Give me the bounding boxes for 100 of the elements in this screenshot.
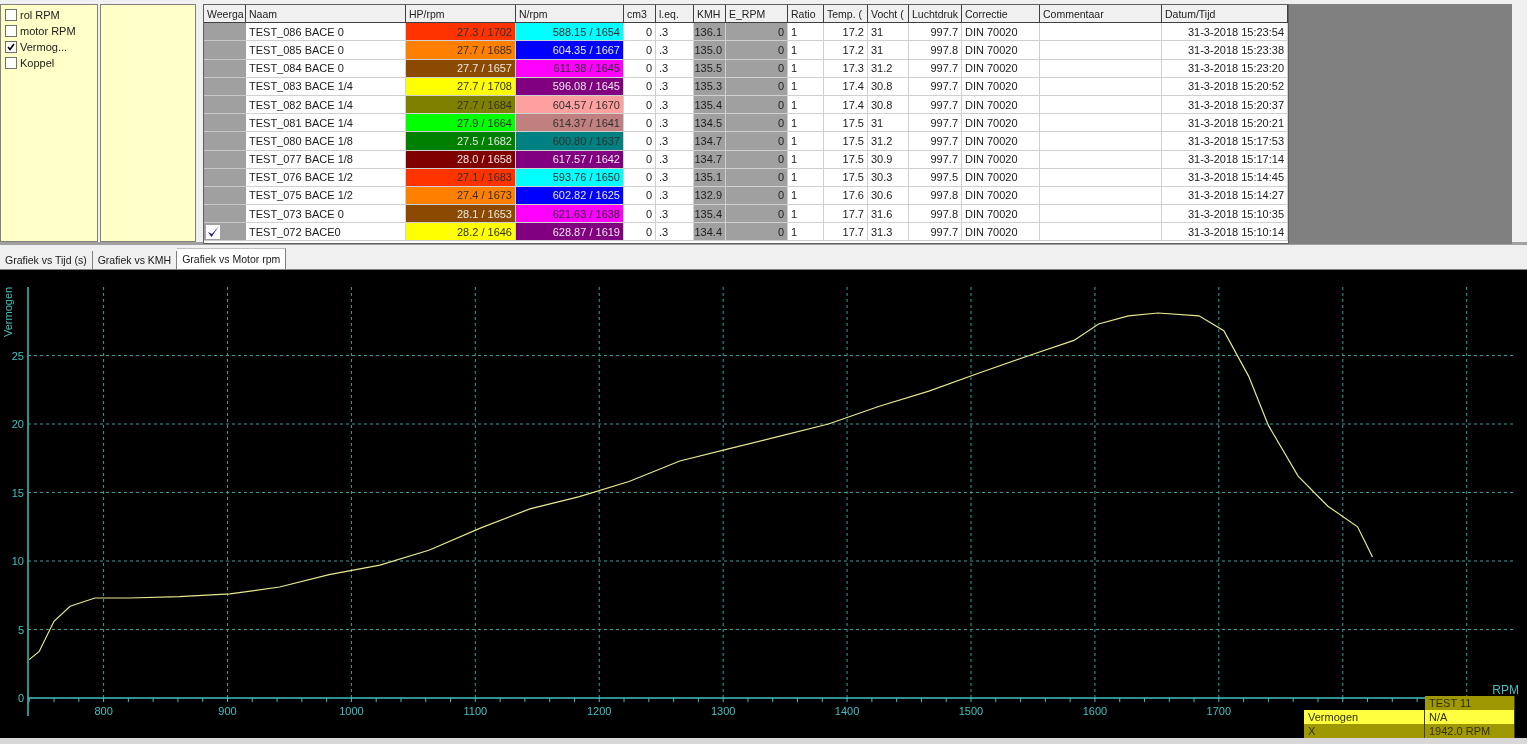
- table-cell: 31-3-2018 15:10:35: [1162, 205, 1288, 224]
- checkbox[interactable]: [5, 56, 17, 69]
- column-header[interactable]: HP/rpm: [406, 5, 516, 24]
- table-cell: 31-3-2018 15:23:38: [1162, 41, 1288, 60]
- table-cell: DIN 70020: [962, 132, 1040, 151]
- table-cell: 31: [868, 114, 909, 133]
- column-header[interactable]: Datum/Tijd: [1162, 5, 1288, 24]
- tick-label: 1000: [339, 705, 364, 717]
- table-cell: 0: [624, 223, 656, 242]
- checkbox-label: rol RPM: [20, 8, 60, 21]
- table-cell: 1: [788, 205, 824, 224]
- table-cell: 0: [726, 23, 788, 42]
- tooltip-label: Vermogen: [1304, 710, 1425, 724]
- checkbox[interactable]: [5, 8, 17, 21]
- table-cell: .3: [656, 41, 694, 60]
- table-cell: TEST_086 BACE 0: [246, 23, 406, 42]
- table-cell: 0: [624, 205, 656, 224]
- column-header[interactable]: Correctie: [962, 5, 1040, 24]
- table-cell: .3: [656, 205, 694, 224]
- table-cell: 0: [726, 41, 788, 60]
- tab[interactable]: Grafiek vs Motor rpm: [177, 248, 287, 269]
- table-cell: 0: [726, 114, 788, 133]
- table-cell: 31.2: [868, 132, 909, 151]
- table-cell: 17.2: [824, 23, 868, 42]
- table-cell: 0: [726, 223, 788, 242]
- table-cell: DIN 70020: [962, 223, 1040, 242]
- display-toggle-cell[interactable]: [204, 223, 246, 242]
- axis-label: RPM: [1492, 683, 1519, 697]
- column-header[interactable]: Naam: [246, 5, 406, 24]
- table-cell: 997.8: [909, 41, 962, 60]
- table-cell: 0: [624, 132, 656, 151]
- check-icon: [7, 42, 15, 51]
- table-cell: DIN 70020: [962, 114, 1040, 133]
- table-cell: 997.8: [909, 205, 962, 224]
- table-cell: TEST_085 BACE 0: [246, 41, 406, 60]
- table-cell: 1: [788, 41, 824, 60]
- column-header[interactable]: Vocht (: [868, 5, 909, 24]
- table-cell: 17.2: [824, 41, 868, 60]
- table-cell: 0: [624, 41, 656, 60]
- table-cell: DIN 70020: [962, 205, 1040, 224]
- checkbox[interactable]: [5, 40, 17, 53]
- display-toggle-cell[interactable]: [204, 132, 246, 151]
- table-cell: 136.1: [694, 23, 726, 42]
- tick-label: 15: [11, 486, 24, 499]
- column-header[interactable]: KMH: [694, 5, 726, 24]
- table-cell: 134.4: [694, 223, 726, 242]
- table-cell: 27.3 / 1702: [406, 23, 516, 42]
- table-cell: 31-3-2018 15:10:14: [1162, 223, 1288, 242]
- tick-label: 0: [17, 692, 24, 704]
- table-cell: 27.5 / 1682: [406, 132, 516, 151]
- table-cell: 621.63 / 1638: [516, 205, 624, 224]
- table-cell: 1: [788, 132, 824, 151]
- table-cell: 28.2 / 1646: [406, 223, 516, 242]
- column-header[interactable]: l.eq.: [656, 5, 694, 24]
- tick-label: 1300: [710, 705, 736, 717]
- table-cell: 997.7: [909, 23, 962, 42]
- table-cell: 0: [624, 114, 656, 133]
- table-cell: 0: [624, 23, 656, 42]
- table-cell: .3: [656, 23, 694, 42]
- tooltip-value: N/A: [1425, 710, 1515, 724]
- table-cell: TEST_081 BACE 1/4: [246, 114, 406, 133]
- tick-label: 800: [94, 705, 113, 717]
- display-toggle-cell[interactable]: [204, 41, 246, 60]
- checkbox[interactable]: [5, 24, 17, 37]
- table-cell: TEST_073 BACE 0: [246, 205, 406, 224]
- column-header[interactable]: Luchtdruk: [909, 5, 962, 24]
- tick-label: 1600: [1082, 705, 1108, 717]
- table-cell: 31.3: [868, 223, 909, 242]
- table-cell: 17.7: [824, 223, 868, 242]
- table-cell: .3: [656, 114, 694, 133]
- column-header[interactable]: E_RPM: [726, 5, 788, 24]
- table-cell: 628.87 / 1619: [516, 223, 624, 242]
- tick-label: 1200: [587, 705, 612, 717]
- tooltip-title: TEST 11: [1425, 696, 1515, 710]
- table-cell: 27.7 / 1685: [406, 41, 516, 60]
- column-header[interactable]: Ratio: [788, 5, 824, 24]
- display-toggle-cell[interactable]: [204, 114, 246, 133]
- display-toggle-cell[interactable]: [204, 205, 246, 224]
- table-cell: 31: [868, 23, 909, 42]
- tooltip-value: 1942.0 RPM: [1425, 724, 1515, 738]
- display-toggle-cell[interactable]: [204, 23, 246, 42]
- table-cell: 31.6: [868, 205, 909, 224]
- column-header[interactable]: N/rpm: [516, 5, 624, 24]
- tick-label: 20: [11, 418, 24, 430]
- table-cell: 28.1 / 1653: [406, 205, 516, 224]
- column-header[interactable]: cm3: [624, 5, 656, 24]
- tick-label: 1500: [958, 705, 984, 717]
- table-cell: 31-3-2018 15:17:53: [1162, 132, 1288, 151]
- column-header[interactable]: Commentaar: [1040, 5, 1162, 24]
- table-cell: .3: [656, 223, 694, 242]
- axis-label: Vermogen: [2, 286, 14, 337]
- table-cell: 588.15 / 1654: [516, 23, 624, 42]
- tick-label: 900: [218, 705, 237, 717]
- table-cell: 600.80 / 1637: [516, 132, 624, 151]
- column-header[interactable]: Temp. (: [824, 5, 868, 24]
- table-cell: DIN 70020: [962, 23, 1040, 42]
- table-cell: TEST_080 BACE 1/8: [246, 132, 406, 151]
- tooltip-label: X: [1304, 724, 1425, 738]
- tick-label: 1400: [834, 705, 860, 717]
- column-header[interactable]: Weerga: [204, 5, 246, 24]
